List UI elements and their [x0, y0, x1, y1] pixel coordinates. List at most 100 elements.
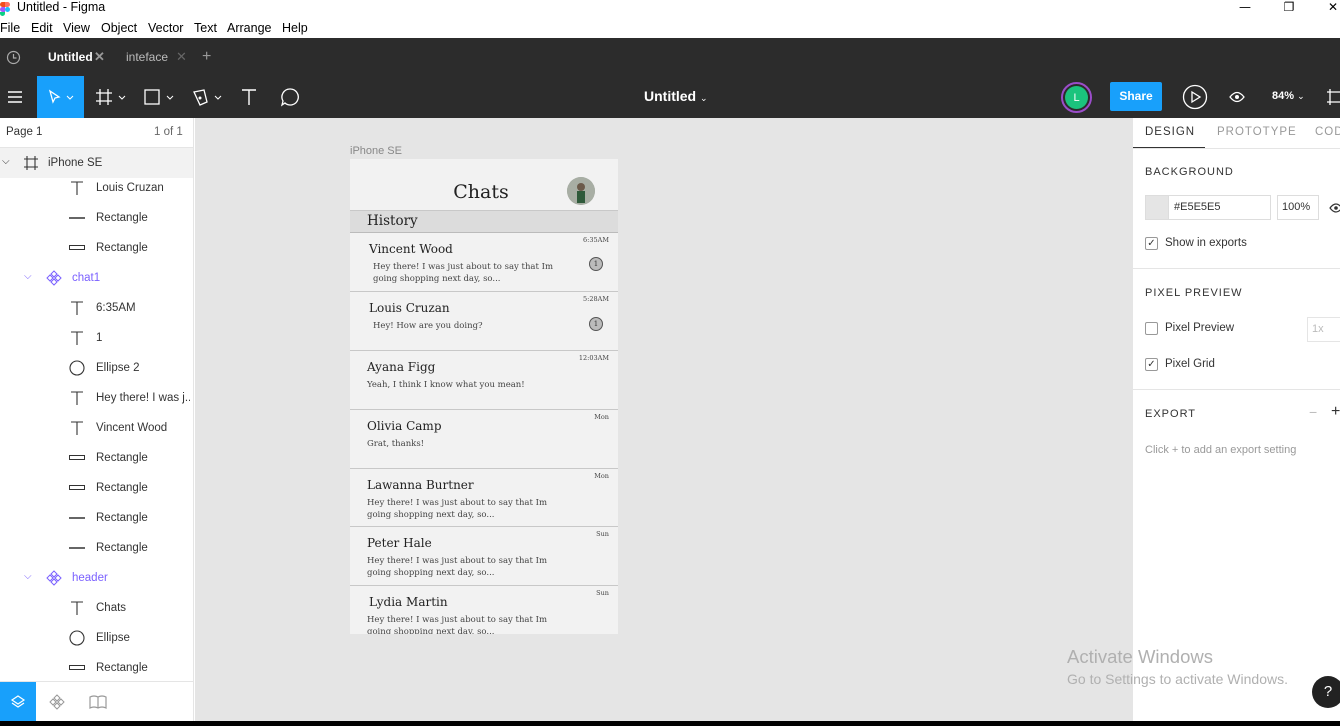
shape-tool-button[interactable]: [142, 76, 178, 118]
components-icon[interactable]: [49, 694, 65, 710]
text-tool-button[interactable]: [238, 76, 260, 118]
minimize-button[interactable]: —: [1230, 0, 1260, 18]
layer-label: Rectangle: [96, 512, 148, 524]
chat-timestamp: Sun: [596, 530, 609, 538]
tab-inteface[interactable]: inteface ✕: [114, 38, 192, 76]
restore-button[interactable]: ❐: [1274, 0, 1304, 18]
color-swatch[interactable]: [1146, 196, 1169, 219]
chevron-down-icon[interactable]: ⌵: [2, 156, 10, 167]
zoom-control[interactable]: 84% ⌄: [1272, 90, 1305, 102]
library-book-icon[interactable]: [89, 694, 107, 710]
menu-edit[interactable]: Edit: [31, 21, 53, 35]
background-opacity-field[interactable]: 100%: [1277, 195, 1319, 220]
layer-row[interactable]: Rectangle: [0, 533, 193, 563]
menu-help[interactable]: Help: [282, 21, 308, 35]
layer-label: Chats: [96, 602, 127, 614]
close-tab-icon[interactable]: ✕: [94, 38, 105, 76]
comment-bubble-icon: [280, 88, 299, 107]
layer-row[interactable]: Rectangle: [0, 503, 193, 533]
tab-prototype[interactable]: PROTOTYPE: [1217, 126, 1297, 138]
text-layer-icon: [68, 389, 86, 407]
new-tab-plus-icon[interactable]: +: [202, 38, 211, 76]
component-icon: [45, 269, 63, 287]
file-tab-bar: Untitled ✕ inteface ✕ +: [0, 38, 1340, 76]
layer-row[interactable]: Vincent Wood: [0, 413, 193, 443]
visibility-eye-icon[interactable]: [1329, 203, 1340, 213]
chat-message-preview: Hey there! I was just about to say that …: [367, 498, 548, 520]
view-only-button[interactable]: [1226, 76, 1248, 118]
close-tab-icon[interactable]: ✕: [176, 38, 187, 76]
menu-text[interactable]: Text: [194, 21, 217, 35]
chevron-down-icon: ⌄: [1297, 91, 1305, 101]
pixel-preview-scale-select[interactable]: 1x: [1307, 317, 1340, 342]
tab-code[interactable]: CODE: [1315, 126, 1340, 138]
layer-label: Vincent Wood: [96, 422, 168, 434]
frame-tool-button[interactable]: [94, 76, 130, 118]
user-avatar[interactable]: L: [1061, 82, 1092, 113]
chevron-down-icon[interactable]: ⌵: [24, 571, 32, 582]
help-button[interactable]: ?: [1312, 676, 1340, 708]
rectangle-layer-icon: [68, 659, 86, 677]
menu-arrange[interactable]: Arrange: [227, 21, 271, 35]
layer-row[interactable]: Rectangle: [0, 473, 193, 503]
chevron-down-icon[interactable]: ⌵: [24, 271, 32, 282]
chat-list-item: Ayana Figg Yeah, I think I know what you …: [350, 351, 618, 410]
share-button[interactable]: Share: [1110, 82, 1162, 111]
layer-row[interactable]: ⌵ header: [0, 563, 193, 593]
unread-count-badge: 1: [589, 257, 603, 271]
tab-design[interactable]: DESIGN: [1145, 126, 1195, 138]
unread-count-badge: 1: [589, 317, 603, 331]
menu-file[interactable]: File: [0, 21, 20, 35]
page-selector[interactable]: Page 1 1 of 1: [0, 118, 193, 148]
iphone-se-frame[interactable]: Chats History Vincent Wood Hey there! I w…: [350, 159, 618, 634]
properties-panel: DESIGN PROTOTYPE CODE BACKGROUND #E5E5E5…: [1132, 118, 1340, 721]
remove-export-minus-icon[interactable]: −: [1309, 404, 1317, 420]
layer-label: chat1: [72, 272, 101, 284]
move-tool-button[interactable]: [37, 76, 84, 118]
layer-row[interactable]: Rectangle: [0, 203, 193, 233]
chat-list-item: Louis Cruzan Hey! How are you doing? 5:28A…: [350, 292, 618, 351]
recent-files-clock-icon[interactable]: [6, 50, 21, 65]
layer-row[interactable]: Rectangle: [0, 653, 193, 681]
pixel-preview-checkbox[interactable]: [1145, 322, 1158, 335]
close-button[interactable]: ✕: [1318, 0, 1340, 18]
pixel-grid-checkbox[interactable]: ✓: [1145, 358, 1158, 371]
main-menu-icon[interactable]: [0, 76, 30, 118]
menu-object[interactable]: Object: [101, 21, 137, 35]
layer-row[interactable]: Rectangle: [0, 443, 193, 473]
history-label: History: [367, 213, 418, 229]
present-button[interactable]: [1180, 76, 1210, 118]
text-layer-icon: [68, 179, 86, 197]
pen-icon: [193, 89, 222, 106]
menu-view[interactable]: View: [63, 21, 90, 35]
layer-row[interactable]: Chats: [0, 593, 193, 623]
menu-vector[interactable]: Vector: [148, 21, 183, 35]
layer-row[interactable]: Ellipse 2: [0, 353, 193, 383]
canvas[interactable]: [195, 118, 1132, 721]
line-layer-icon: [68, 209, 86, 227]
add-export-plus-icon[interactable]: +: [1331, 403, 1340, 421]
layer-label: header: [72, 572, 108, 584]
layer-label: Ellipse 2: [96, 362, 140, 374]
tab-untitled[interactable]: Untitled ✕: [36, 38, 114, 76]
layers-tab[interactable]: [0, 682, 36, 722]
layer-row[interactable]: Ellipse: [0, 623, 193, 653]
pen-tool-button[interactable]: [190, 76, 226, 118]
document-name[interactable]: Untitled ⌄: [644, 88, 708, 104]
pixel-preview-label: Pixel Preview: [1165, 322, 1235, 334]
layer-label: Rectangle: [96, 212, 148, 224]
menu-bar: File Edit View Object Vector Text Arrang…: [0, 18, 1340, 38]
layer-row[interactable]: Louis Cruzan: [0, 173, 193, 203]
comment-tool-button[interactable]: [278, 76, 302, 118]
layer-label: 1: [96, 332, 103, 344]
layout-grid-icon[interactable]: [1326, 88, 1340, 106]
eye-icon: [1229, 91, 1245, 103]
chat-timestamp: Mon: [594, 472, 609, 480]
layer-row[interactable]: 6:35AM: [0, 293, 193, 323]
layer-row[interactable]: Rectangle: [0, 233, 193, 263]
layer-row[interactable]: Hey there! I was j...: [0, 383, 193, 413]
show-in-exports-checkbox[interactable]: ✓: [1145, 237, 1158, 250]
layer-row[interactable]: ⌵ chat1: [0, 263, 193, 293]
layer-row[interactable]: 1: [0, 323, 193, 353]
frame-label[interactable]: iPhone SE: [350, 145, 402, 157]
